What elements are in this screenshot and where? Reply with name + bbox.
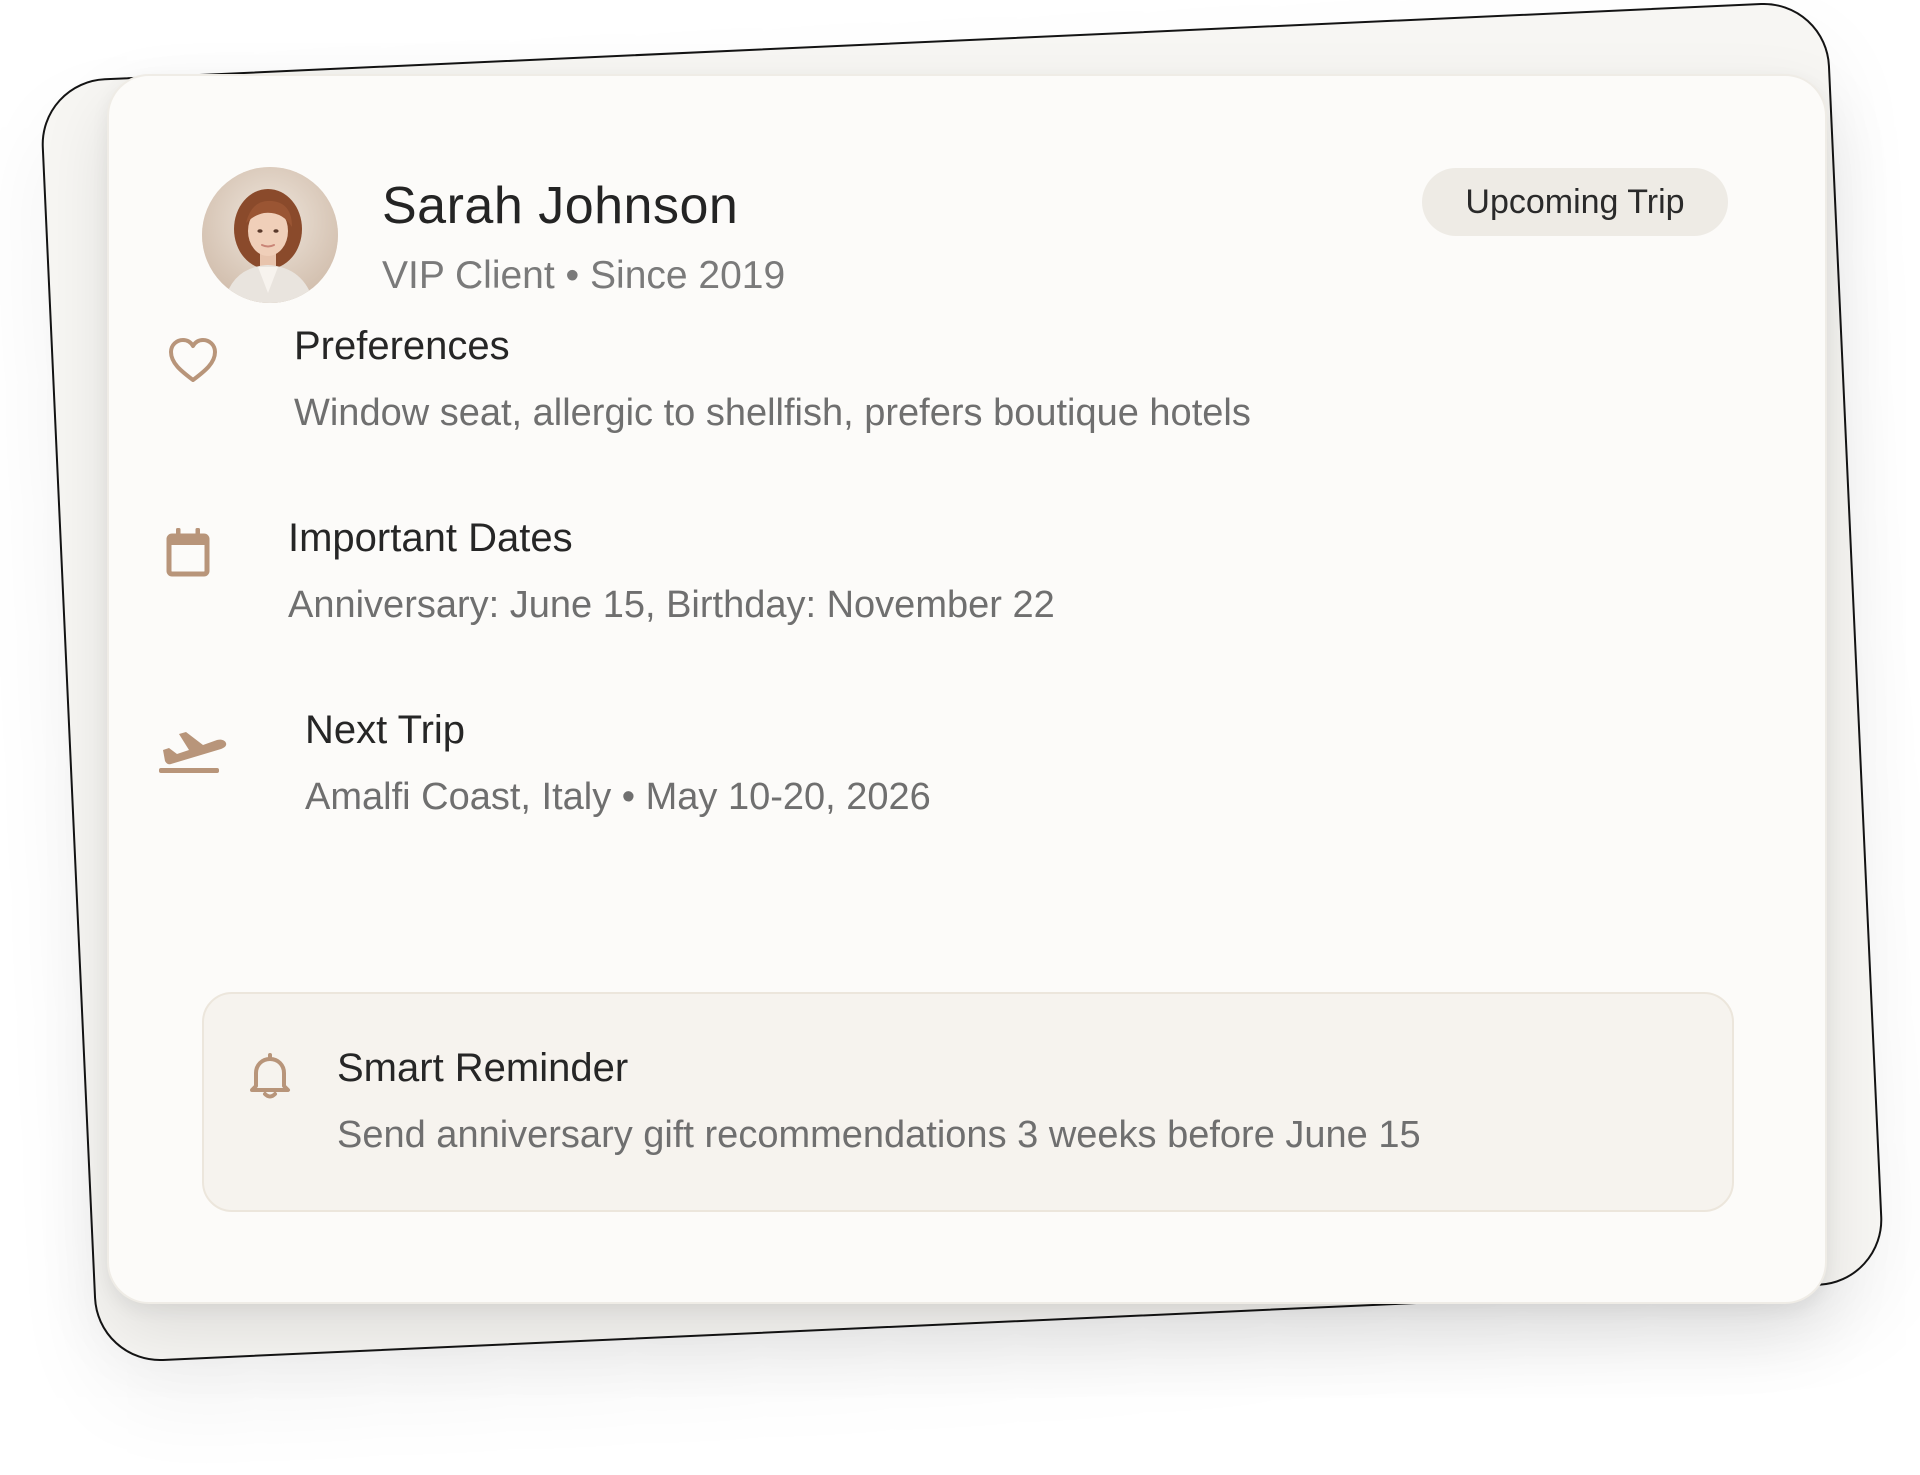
client-name: Sarah Johnson <box>382 177 739 235</box>
airplane-takeoff-icon <box>159 732 227 773</box>
preferences-text: Window seat, allergic to shellfish, pref… <box>294 392 1251 434</box>
important-dates-text: Anniversary: June 15, Birthday: November… <box>288 584 1055 626</box>
preferences-title: Preferences <box>294 324 510 368</box>
status-badge[interactable]: Upcoming Trip <box>1422 168 1728 236</box>
client-subtitle: VIP Client • Since 2019 <box>382 254 786 297</box>
calendar-icon <box>166 528 210 577</box>
avatar-portrait-icon <box>202 167 338 303</box>
smart-reminder-text: Send anniversary gift recommendations 3 … <box>337 1114 1421 1156</box>
smart-reminder-panel[interactable]: Smart Reminder Send anniversary gift rec… <box>202 992 1734 1212</box>
heart-icon <box>169 338 217 382</box>
bell-icon <box>250 1053 290 1099</box>
stage: Sarah Johnson VIP Client • Since 2019 Up… <box>0 0 1920 1475</box>
smart-reminder-title: Smart Reminder <box>337 1046 629 1090</box>
next-trip-text: Amalfi Coast, Italy • May 10-20, 2026 <box>305 776 931 818</box>
client-profile-card: Sarah Johnson VIP Client • Since 2019 Up… <box>107 74 1827 1304</box>
important-dates-title: Important Dates <box>288 516 573 560</box>
next-trip-title: Next Trip <box>305 708 466 752</box>
avatar[interactable] <box>202 167 338 303</box>
